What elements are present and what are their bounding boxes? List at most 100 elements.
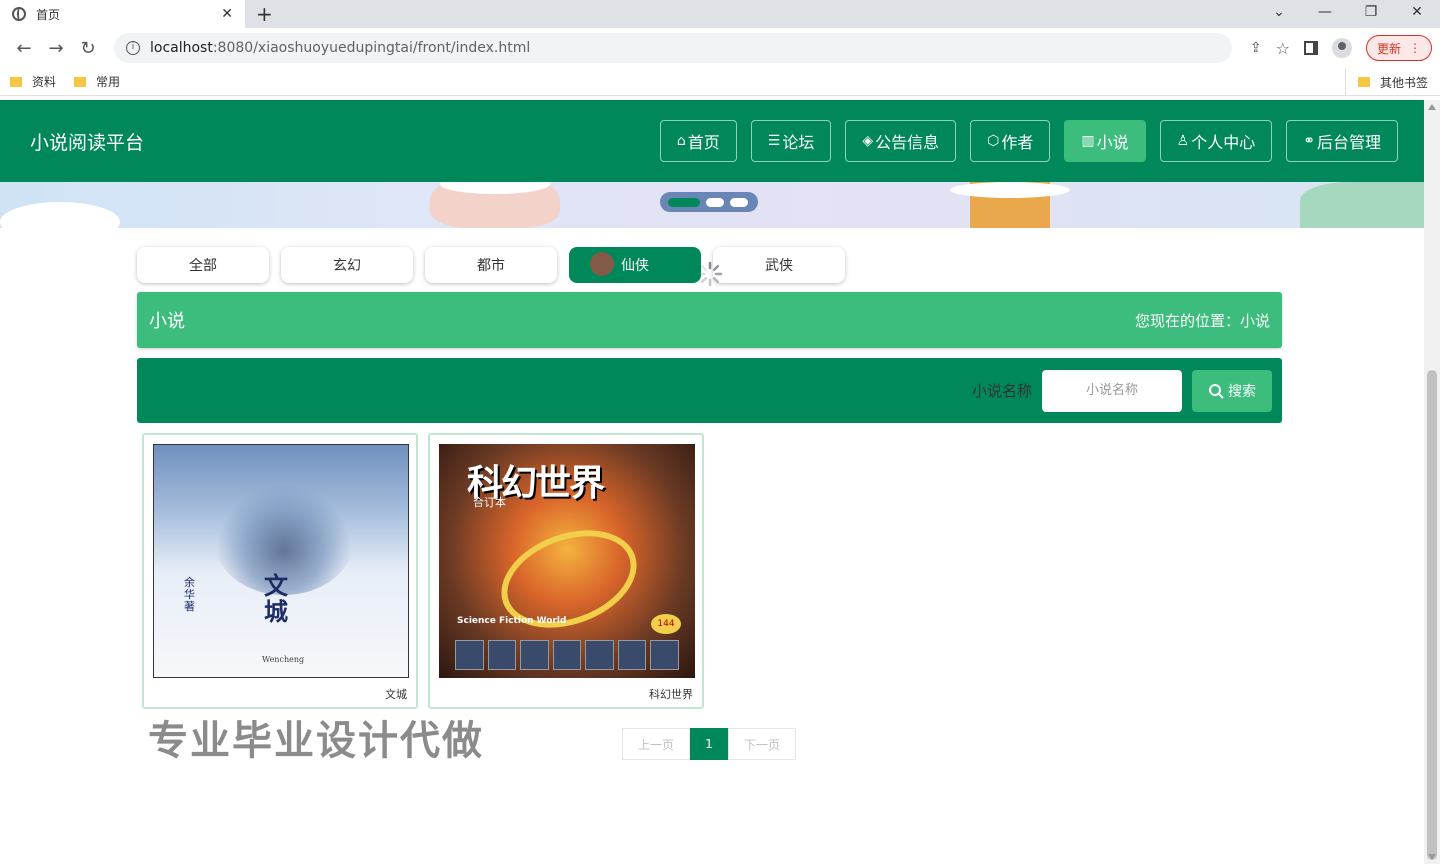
- cover-author: 余华著: [184, 576, 195, 613]
- banner-snow: [950, 182, 1070, 198]
- site-header: 小说阅读平台 ⌂ 首页 ☰ 论坛 ◈ 公告信息 ⬡ 作者 ▥ 小说 ♙ 个人中心 ⚭ 后台管理: [0, 100, 1424, 182]
- nav-label: 后台管理: [1316, 133, 1381, 152]
- nav-label: 首页: [687, 133, 720, 152]
- cover-thumbnail-strip: [455, 640, 680, 670]
- watermark-text: 专业毕业设计代做: [148, 718, 484, 764]
- nav-label: 作者: [1001, 133, 1034, 152]
- carousel-dot[interactable]: [730, 197, 748, 207]
- category-xianxia[interactable]: 仙侠: [569, 247, 701, 283]
- carousel-dot[interactable]: [706, 197, 724, 207]
- close-window-button[interactable]: ✕: [1394, 0, 1440, 28]
- cube-icon: ⬡: [987, 133, 1000, 149]
- main-nav: ⌂ 首页 ☰ 论坛 ◈ 公告信息 ⬡ 作者 ▥ 小说 ♙ 个人中心 ⚭ 后台管理: [659, 120, 1398, 162]
- restore-button[interactable]: ❐: [1348, 0, 1394, 28]
- tab-search-icon[interactable]: ⌄: [1256, 0, 1302, 28]
- next-page-button[interactable]: 下一页: [728, 728, 796, 760]
- carousel-dot[interactable]: [668, 197, 700, 207]
- nav-forum[interactable]: ☰ 论坛: [750, 120, 832, 162]
- share-icon[interactable]: ⇪: [1250, 40, 1262, 56]
- nav-profile[interactable]: ♙ 个人中心: [1159, 120, 1273, 162]
- home-icon: ⌂: [676, 133, 686, 149]
- back-arrow-icon[interactable]: ←: [8, 38, 40, 59]
- search-input[interactable]: [1042, 369, 1182, 412]
- category-all[interactable]: 全部: [137, 247, 269, 283]
- url-host: localhost: [150, 40, 213, 56]
- url-path: :8080/xiaoshuoyuedupingtai/front/index.h…: [212, 40, 531, 56]
- nav-label: 论坛: [782, 133, 815, 152]
- tab-close-icon[interactable]: ✕: [221, 6, 233, 22]
- nav-label: 个人中心: [1191, 133, 1256, 152]
- profile-avatar[interactable]: [1331, 38, 1352, 58]
- category-tabs: 全部 玄幻 都市 仙侠 武侠: [137, 247, 845, 283]
- search-icon: [1209, 383, 1224, 399]
- page-number-current[interactable]: 1: [690, 728, 728, 760]
- update-button[interactable]: 更新 ⋮: [1365, 35, 1432, 61]
- folder-icon: [10, 76, 22, 87]
- other-bookmarks[interactable]: 其他书签: [1344, 68, 1428, 96]
- bookmark-folder[interactable]: 常用: [74, 73, 120, 90]
- nav-label: 公告信息: [875, 133, 940, 152]
- update-label: 更新: [1376, 41, 1401, 56]
- book-icon: ▥: [1081, 133, 1095, 149]
- site-info-icon[interactable]: i: [126, 41, 140, 55]
- book-card[interactable]: 科幻世界 合订本 Science Fiction World 144 科幻世界: [428, 433, 704, 709]
- cover-english-title: Science Fiction World: [457, 616, 567, 626]
- nav-home[interactable]: ⌂ 首页: [659, 120, 737, 162]
- scroll-down-icon[interactable]: [1428, 854, 1436, 860]
- bookmark-star-icon[interactable]: ☆: [1276, 39, 1290, 58]
- browser-tab-strip: 首页 ✕ + ⌄ — ❐ ✕: [0, 0, 1440, 28]
- page-viewport: 小说阅读平台 ⌂ 首页 ☰ 论坛 ◈ 公告信息 ⬡ 作者 ▥ 小说 ♙ 个人中心 ⚭ 后台管理…: [0, 100, 1424, 864]
- other-bookmarks-label: 其他书签: [1379, 75, 1428, 90]
- folder-icon: [74, 76, 87, 87]
- book-card[interactable]: 文城 余华著 Wencheng 文城: [142, 433, 418, 709]
- forum-icon: ☰: [767, 133, 781, 149]
- scroll-up-icon[interactable]: [1428, 104, 1436, 110]
- window-controls: ⌄ — ❐ ✕: [1256, 0, 1440, 28]
- layers-icon: ◈: [862, 133, 874, 149]
- reload-icon[interactable]: ↻: [72, 38, 104, 59]
- browser-tab[interactable]: 首页 ✕: [0, 0, 245, 28]
- nav-admin[interactable]: ⚭ 后台管理: [1286, 120, 1398, 162]
- new-tab-button[interactable]: +: [256, 2, 273, 26]
- section-header: 小说 您现在的位置：小说: [137, 292, 1282, 348]
- bookmarks-bar: 资料 常用 其他书签: [0, 68, 1440, 96]
- search-button-label: 搜索: [1228, 383, 1256, 400]
- nav-novels[interactable]: ▥ 小说: [1064, 120, 1146, 162]
- cover-issue-badge: 144: [651, 614, 681, 634]
- nav-label: 小说: [1096, 133, 1129, 152]
- globe-icon: [12, 7, 26, 21]
- address-toolbar: ← → ↻ i localhost:8080/xiaoshuoyueduping…: [0, 28, 1440, 68]
- hero-banner: [0, 182, 1424, 228]
- prev-page-button[interactable]: 上一页: [622, 728, 690, 760]
- banner-snow: [0, 202, 120, 228]
- address-bar[interactable]: i localhost:8080/xiaoshuoyuedupingtai/fr…: [114, 33, 1232, 63]
- page-scrollbar[interactable]: [1424, 100, 1440, 864]
- breadcrumb: 您现在的位置：小说: [1134, 311, 1270, 330]
- cover-subtitle: 合订本: [473, 496, 506, 509]
- book-cover-image[interactable]: 文城 余华著 Wencheng: [153, 444, 409, 678]
- loading-spinner-icon: [697, 261, 723, 287]
- search-button[interactable]: 搜索: [1192, 369, 1272, 412]
- book-title[interactable]: 科幻世界: [439, 686, 693, 702]
- site-brand[interactable]: 小说阅读平台: [30, 128, 660, 155]
- scrollbar-thumb[interactable]: [1427, 370, 1437, 860]
- search-panel: 小说名称 搜索: [137, 358, 1282, 423]
- pagination: 上一页 1 下一页: [622, 728, 796, 760]
- book-cover-image[interactable]: 科幻世界 合订本 Science Fiction World 144: [439, 444, 695, 678]
- bookmark-label: 常用: [96, 75, 121, 89]
- category-fantasy[interactable]: 玄幻: [281, 247, 413, 283]
- section-title: 小说: [149, 311, 185, 332]
- nav-announcements[interactable]: ◈ 公告信息: [845, 120, 957, 162]
- bookmark-folder[interactable]: 资料: [10, 73, 56, 90]
- minimize-button[interactable]: —: [1302, 0, 1348, 28]
- side-panel-icon[interactable]: [1303, 41, 1318, 55]
- toolbar-actions: ⇪ ☆ 更新 ⋮: [1250, 35, 1432, 61]
- link-icon: ⚭: [1303, 133, 1315, 149]
- nav-authors[interactable]: ⬡ 作者: [970, 120, 1051, 162]
- category-urban[interactable]: 都市: [425, 247, 557, 283]
- user-icon: ♙: [1176, 133, 1190, 149]
- forward-arrow-icon[interactable]: →: [40, 38, 72, 59]
- tab-title: 首页: [36, 7, 61, 22]
- book-title[interactable]: 文城: [153, 686, 407, 702]
- category-wuxia[interactable]: 武侠: [713, 247, 845, 283]
